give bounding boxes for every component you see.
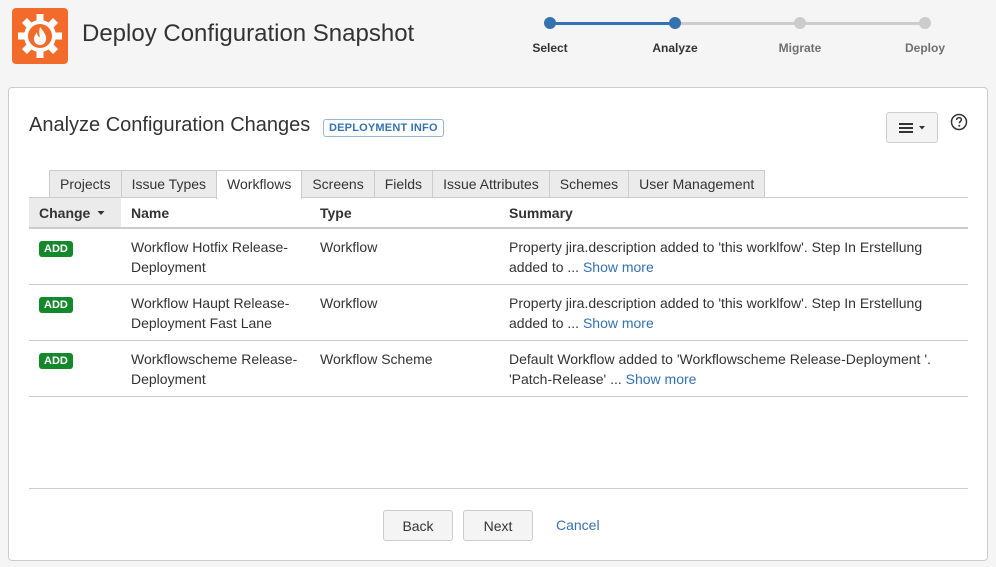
summary-cell: Property jira.description added to 'this… [499, 228, 968, 285]
column-header-summary[interactable]: Summary [499, 198, 968, 229]
table-row: ADD Workflow Haupt Release-Deployment Fa… [29, 284, 968, 341]
step-label-migrate: Migrate [778, 41, 822, 55]
step-label-analyze: Analyze [652, 41, 698, 55]
show-more-link[interactable]: Show more [583, 259, 654, 275]
type-cell: Workflow [310, 228, 499, 285]
change-cell: ADD [29, 340, 121, 397]
options-menu-button[interactable] [886, 112, 938, 143]
add-badge: ADD [39, 241, 73, 257]
tab-workflows[interactable]: Workflows [216, 170, 303, 199]
question-circle-icon[interactable] [950, 113, 968, 131]
show-more-link[interactable]: Show more [583, 315, 654, 331]
app-title: Deploy Configuration Snapshot [82, 20, 415, 47]
progress-stepper: Select Analyze Migrate Deploy [520, 12, 980, 62]
tab-issue-types[interactable]: Issue Types [120, 170, 218, 198]
changes-table-wrapper: Change Name Type Summary ADD Workflow Ho… [29, 197, 968, 397]
step-dot-deploy [919, 17, 931, 29]
analyze-panel: Analyze Configuration Changes DEPLOYMENT… [8, 87, 988, 561]
type-cell: Workflow [310, 284, 499, 341]
cancel-link[interactable]: Cancel [556, 517, 600, 533]
deployment-info-lozenge[interactable]: DEPLOYMENT INFO [323, 119, 444, 137]
tab-fields[interactable]: Fields [373, 170, 434, 198]
column-header-change[interactable]: Change [29, 198, 121, 229]
show-more-link[interactable]: Show more [626, 371, 697, 387]
table-header-row: Change Name Type Summary [29, 198, 968, 229]
column-header-name[interactable]: Name [121, 198, 310, 229]
tab-schemes[interactable]: Schemes [548, 170, 630, 198]
tab-issue-attributes[interactable]: Issue Attributes [432, 170, 550, 198]
step-label-deploy: Deploy [904, 41, 946, 55]
column-header-change-label: Change [39, 204, 91, 221]
tab-projects[interactable]: Projects [49, 170, 122, 198]
step-dot-select [544, 17, 556, 29]
step-label-select: Select [532, 41, 568, 55]
next-button[interactable]: Next [463, 510, 533, 541]
step-line-1 [550, 22, 675, 25]
summary-text: Property jira.description added to 'this… [509, 295, 923, 331]
changes-table: Change Name Type Summary ADD Workflow Ho… [29, 198, 968, 397]
type-cell: Workflow Scheme [310, 340, 499, 397]
name-cell: Workflow Hotfix Release-Deployment [121, 228, 310, 285]
column-header-type[interactable]: Type [310, 198, 499, 229]
step-dot-migrate [794, 17, 806, 29]
add-badge: ADD [39, 297, 73, 313]
change-cell: ADD [29, 284, 121, 341]
app-logo-icon [12, 8, 68, 64]
tab-user-management[interactable]: User Management [628, 170, 766, 198]
caret-down-icon [97, 210, 105, 215]
table-row: ADD Workflow Hotfix Release-Deployment W… [29, 228, 968, 285]
summary-cell: Property jira.description added to 'this… [499, 284, 968, 341]
change-cell: ADD [29, 228, 121, 285]
summary-text: Default Workflow added to 'Workflowschem… [509, 351, 931, 387]
footer-divider [29, 488, 968, 489]
add-badge: ADD [39, 353, 73, 369]
chevron-down-icon [919, 125, 925, 129]
tab-screens[interactable]: Screens [301, 170, 375, 198]
summary-text: Property jira.description added to 'this… [509, 239, 923, 275]
back-button[interactable]: Back [383, 510, 453, 541]
table-row: ADD Workflowscheme Release-Deployment Wo… [29, 340, 968, 397]
step-line-2 [675, 22, 800, 25]
panel-title: Analyze Configuration Changes [29, 114, 311, 136]
step-line-3 [800, 22, 925, 25]
step-dot-analyze [669, 17, 681, 29]
tab-bar: Projects Issue Types Workflows Screens F… [49, 170, 766, 199]
name-cell: Workflowscheme Release-Deployment [121, 340, 310, 397]
summary-cell: Default Workflow added to 'Workflowschem… [499, 340, 968, 397]
name-cell: Workflow Haupt Release-Deployment Fast L… [121, 284, 310, 341]
hamburger-menu-icon [899, 122, 913, 133]
